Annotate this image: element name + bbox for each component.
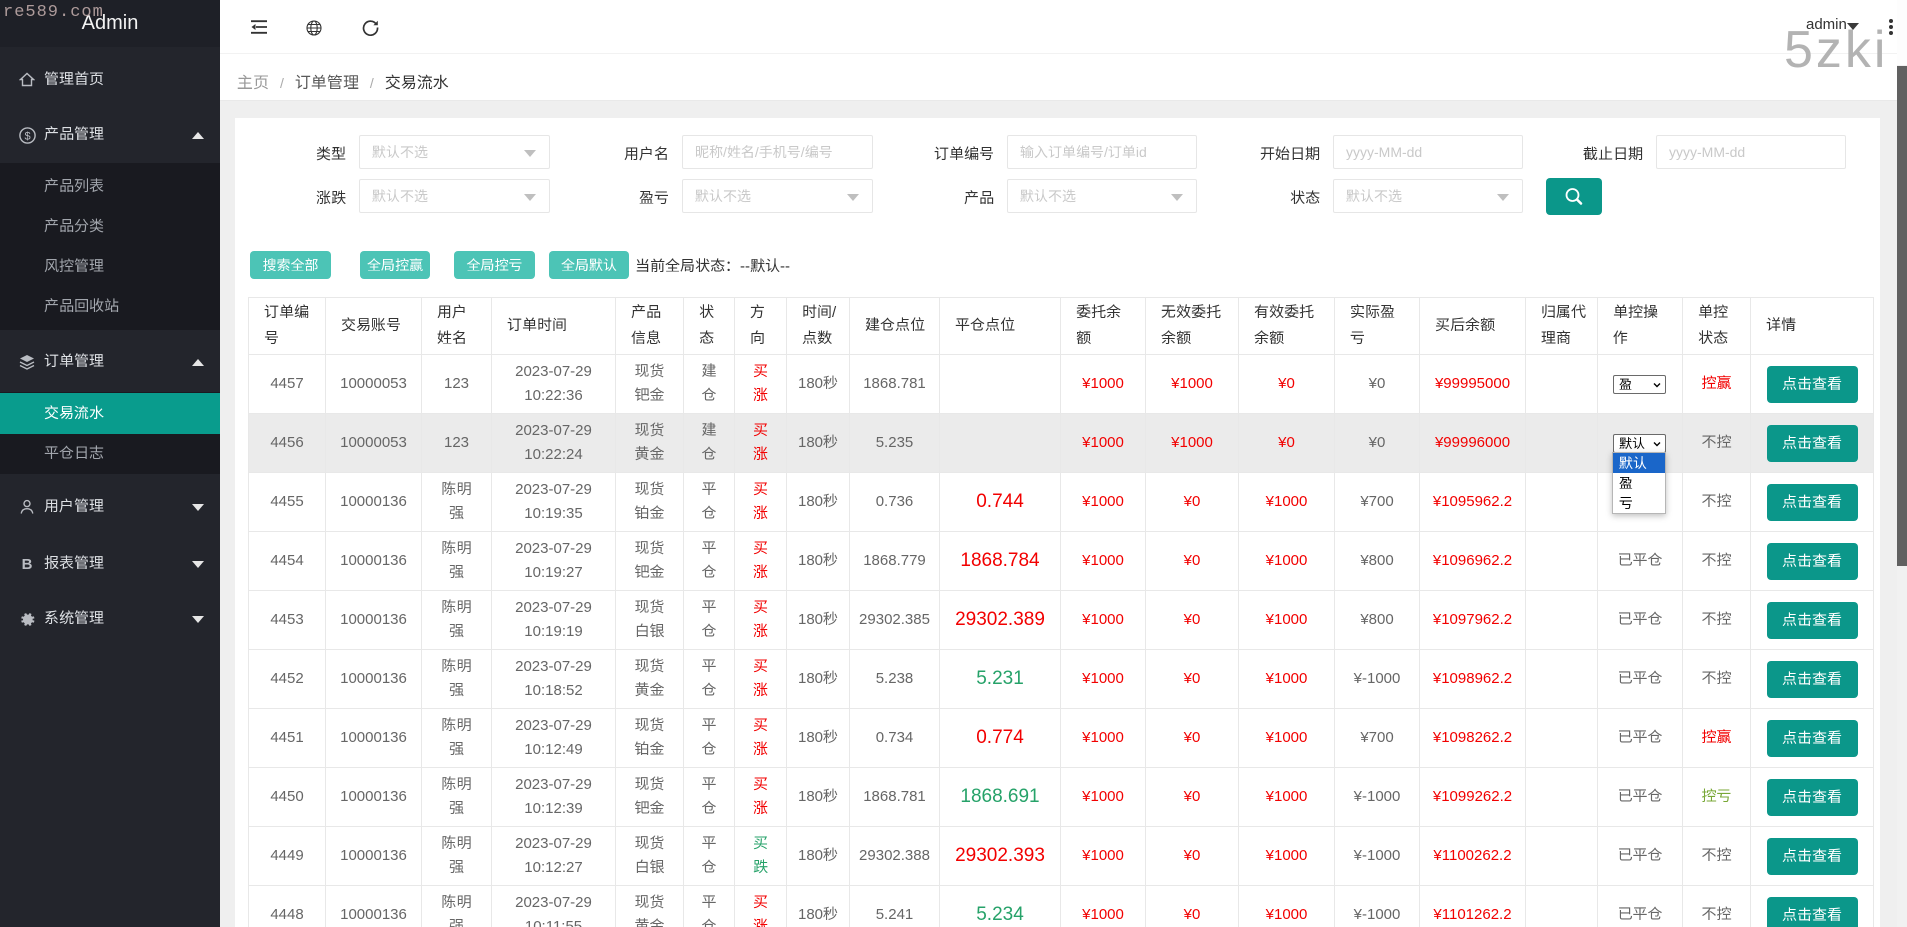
svg-text:B: B (22, 556, 33, 572)
svg-text:$: $ (24, 130, 30, 142)
